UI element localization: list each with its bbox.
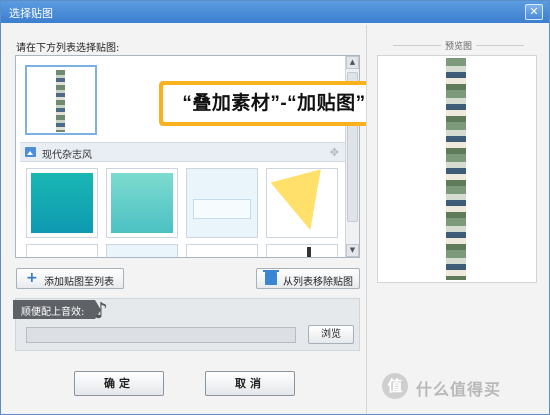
cancel-button[interactable]: 取消 [205,371,295,396]
watermark: 值 什么值得买 [382,373,542,401]
preview-photo-strip [446,58,466,280]
plus-icon: + [26,270,38,286]
preview-canvas [377,55,537,283]
callout-text: “叠加素材”-“加贴图” [163,85,385,122]
sticker-tile[interactable] [186,244,258,257]
remove-sticker-button[interactable]: 从列表移除贴图 [256,268,360,289]
yellow-triangle-sticker [270,169,336,237]
photo-strip-image [56,70,65,132]
watermark-text: 什么值得买 [416,380,502,399]
teal-gradient-sticker [31,173,93,233]
sound-effect-tab: 顺便配上音效: [13,300,101,319]
preview-panel: 预览图 [366,25,549,414]
move-icon[interactable]: ✥ [330,146,339,159]
category-label: 现代杂志风 [42,150,92,161]
remove-sticker-label: 从列表移除贴图 [283,277,353,288]
music-note-icon: ♪ [94,299,109,324]
sticker-dialog: 选择贴图 ✕ 请在下方列表选择贴图: 现代杂志风 ✥ ▲ ▼ “叠加素材”-“加… [0,0,550,415]
light-frame-sticker [193,199,251,219]
sticker-tile[interactable] [106,244,178,257]
add-sticker-button[interactable]: + 添加贴图至列表 [16,268,124,289]
smzdm-logo-icon: 值 [382,373,408,399]
scroll-down-arrow-icon[interactable]: ▼ [346,244,359,257]
annotation-callout: “叠加素材”-“加贴图” [159,81,389,126]
close-button[interactable]: ✕ [525,4,543,20]
list-instruction-label: 请在下方列表选择贴图: [16,43,120,54]
sticker-tile[interactable] [186,168,258,238]
sticker-tile[interactable] [266,244,338,257]
sticker-tile[interactable] [106,168,178,238]
browse-button[interactable]: 浏览 [308,325,354,344]
title-bar[interactable]: 选择贴图 ✕ [1,1,549,23]
trash-icon [263,270,279,285]
dark-bar-sticker [307,247,311,257]
scroll-up-arrow-icon[interactable]: ▲ [346,56,359,69]
category-header[interactable]: 现代杂志风 ✥ [20,142,345,162]
window-title: 选择贴图 [9,7,53,20]
mint-gradient-sticker [111,173,173,233]
sound-effect-section: 顺便配上音效: ♪ 浏览 [13,298,360,351]
selected-sticker-thumbnail[interactable] [25,65,97,135]
sound-file-field[interactable] [26,327,296,343]
add-sticker-label: 添加贴图至列表 [44,277,114,288]
preview-title: 预览图 [367,39,550,52]
image-icon [25,147,36,157]
ok-button[interactable]: 确定 [74,371,164,396]
sticker-tile[interactable] [26,168,98,238]
sticker-tile[interactable] [266,168,338,238]
sticker-tile[interactable] [26,244,98,257]
